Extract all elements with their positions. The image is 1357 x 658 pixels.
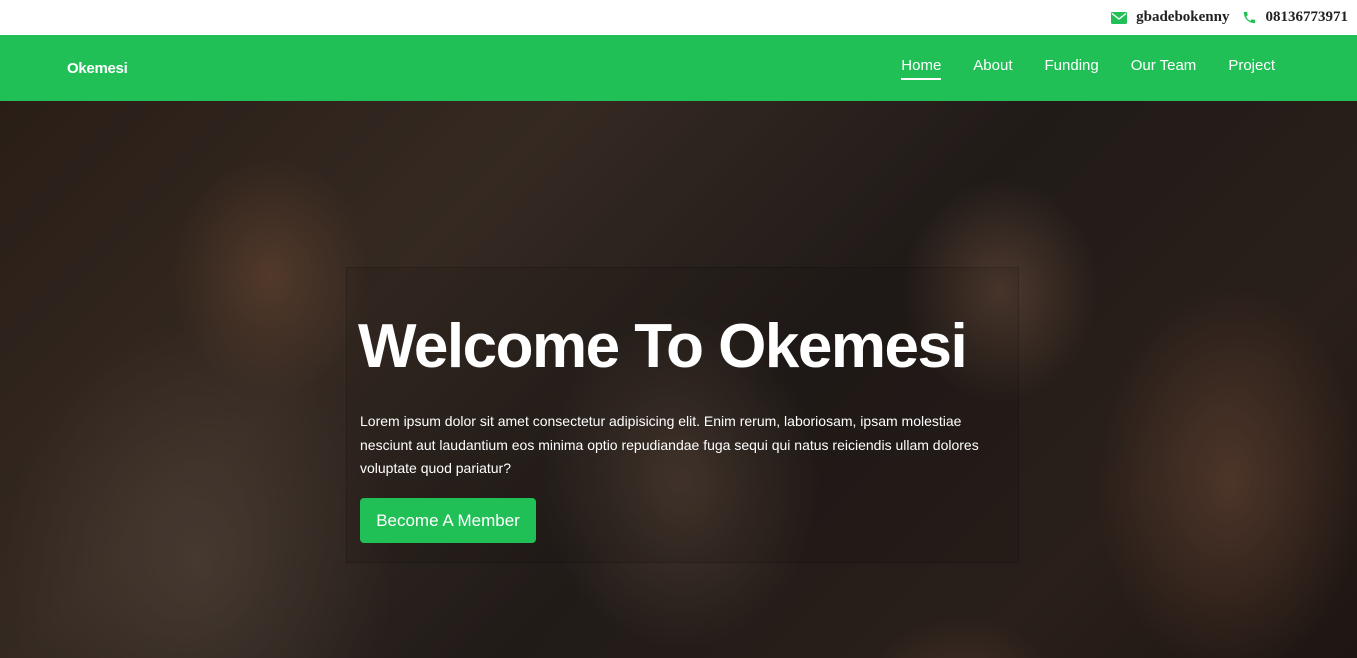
brand-logo[interactable]: Okemesi <box>67 60 128 77</box>
main-navbar: Okemesi Home About Funding Our Team Proj… <box>0 35 1357 101</box>
nav-links: Home About Funding Our Team Project <box>869 57 1275 80</box>
phone-text: 08136773971 <box>1265 9 1349 25</box>
hero-section: Welcome To Okemesi Lorem ipsum dolor sit… <box>0 101 1357 658</box>
contact-bar: gbadebokenny 08136773971 <box>0 0 1357 35</box>
nav-funding[interactable]: Funding <box>1045 57 1099 80</box>
envelope-icon <box>1111 11 1128 24</box>
nav-home[interactable]: Home <box>901 57 942 80</box>
email-text: gbadebokenny <box>1136 9 1230 25</box>
hero-title: Welcome To Okemesi <box>358 312 968 381</box>
contact-phone: 08136773971 <box>1242 9 1349 26</box>
contact-email: gbadebokenny <box>1111 9 1230 26</box>
nav-about[interactable]: About <box>973 57 1012 80</box>
phone-icon <box>1242 10 1257 25</box>
hero-description: Lorem ipsum dolor sit amet consectetur a… <box>360 413 979 476</box>
become-member-button[interactable]: Become A Member <box>360 498 536 543</box>
nav-our-team[interactable]: Our Team <box>1131 57 1197 80</box>
nav-project[interactable]: Project <box>1228 57 1275 80</box>
